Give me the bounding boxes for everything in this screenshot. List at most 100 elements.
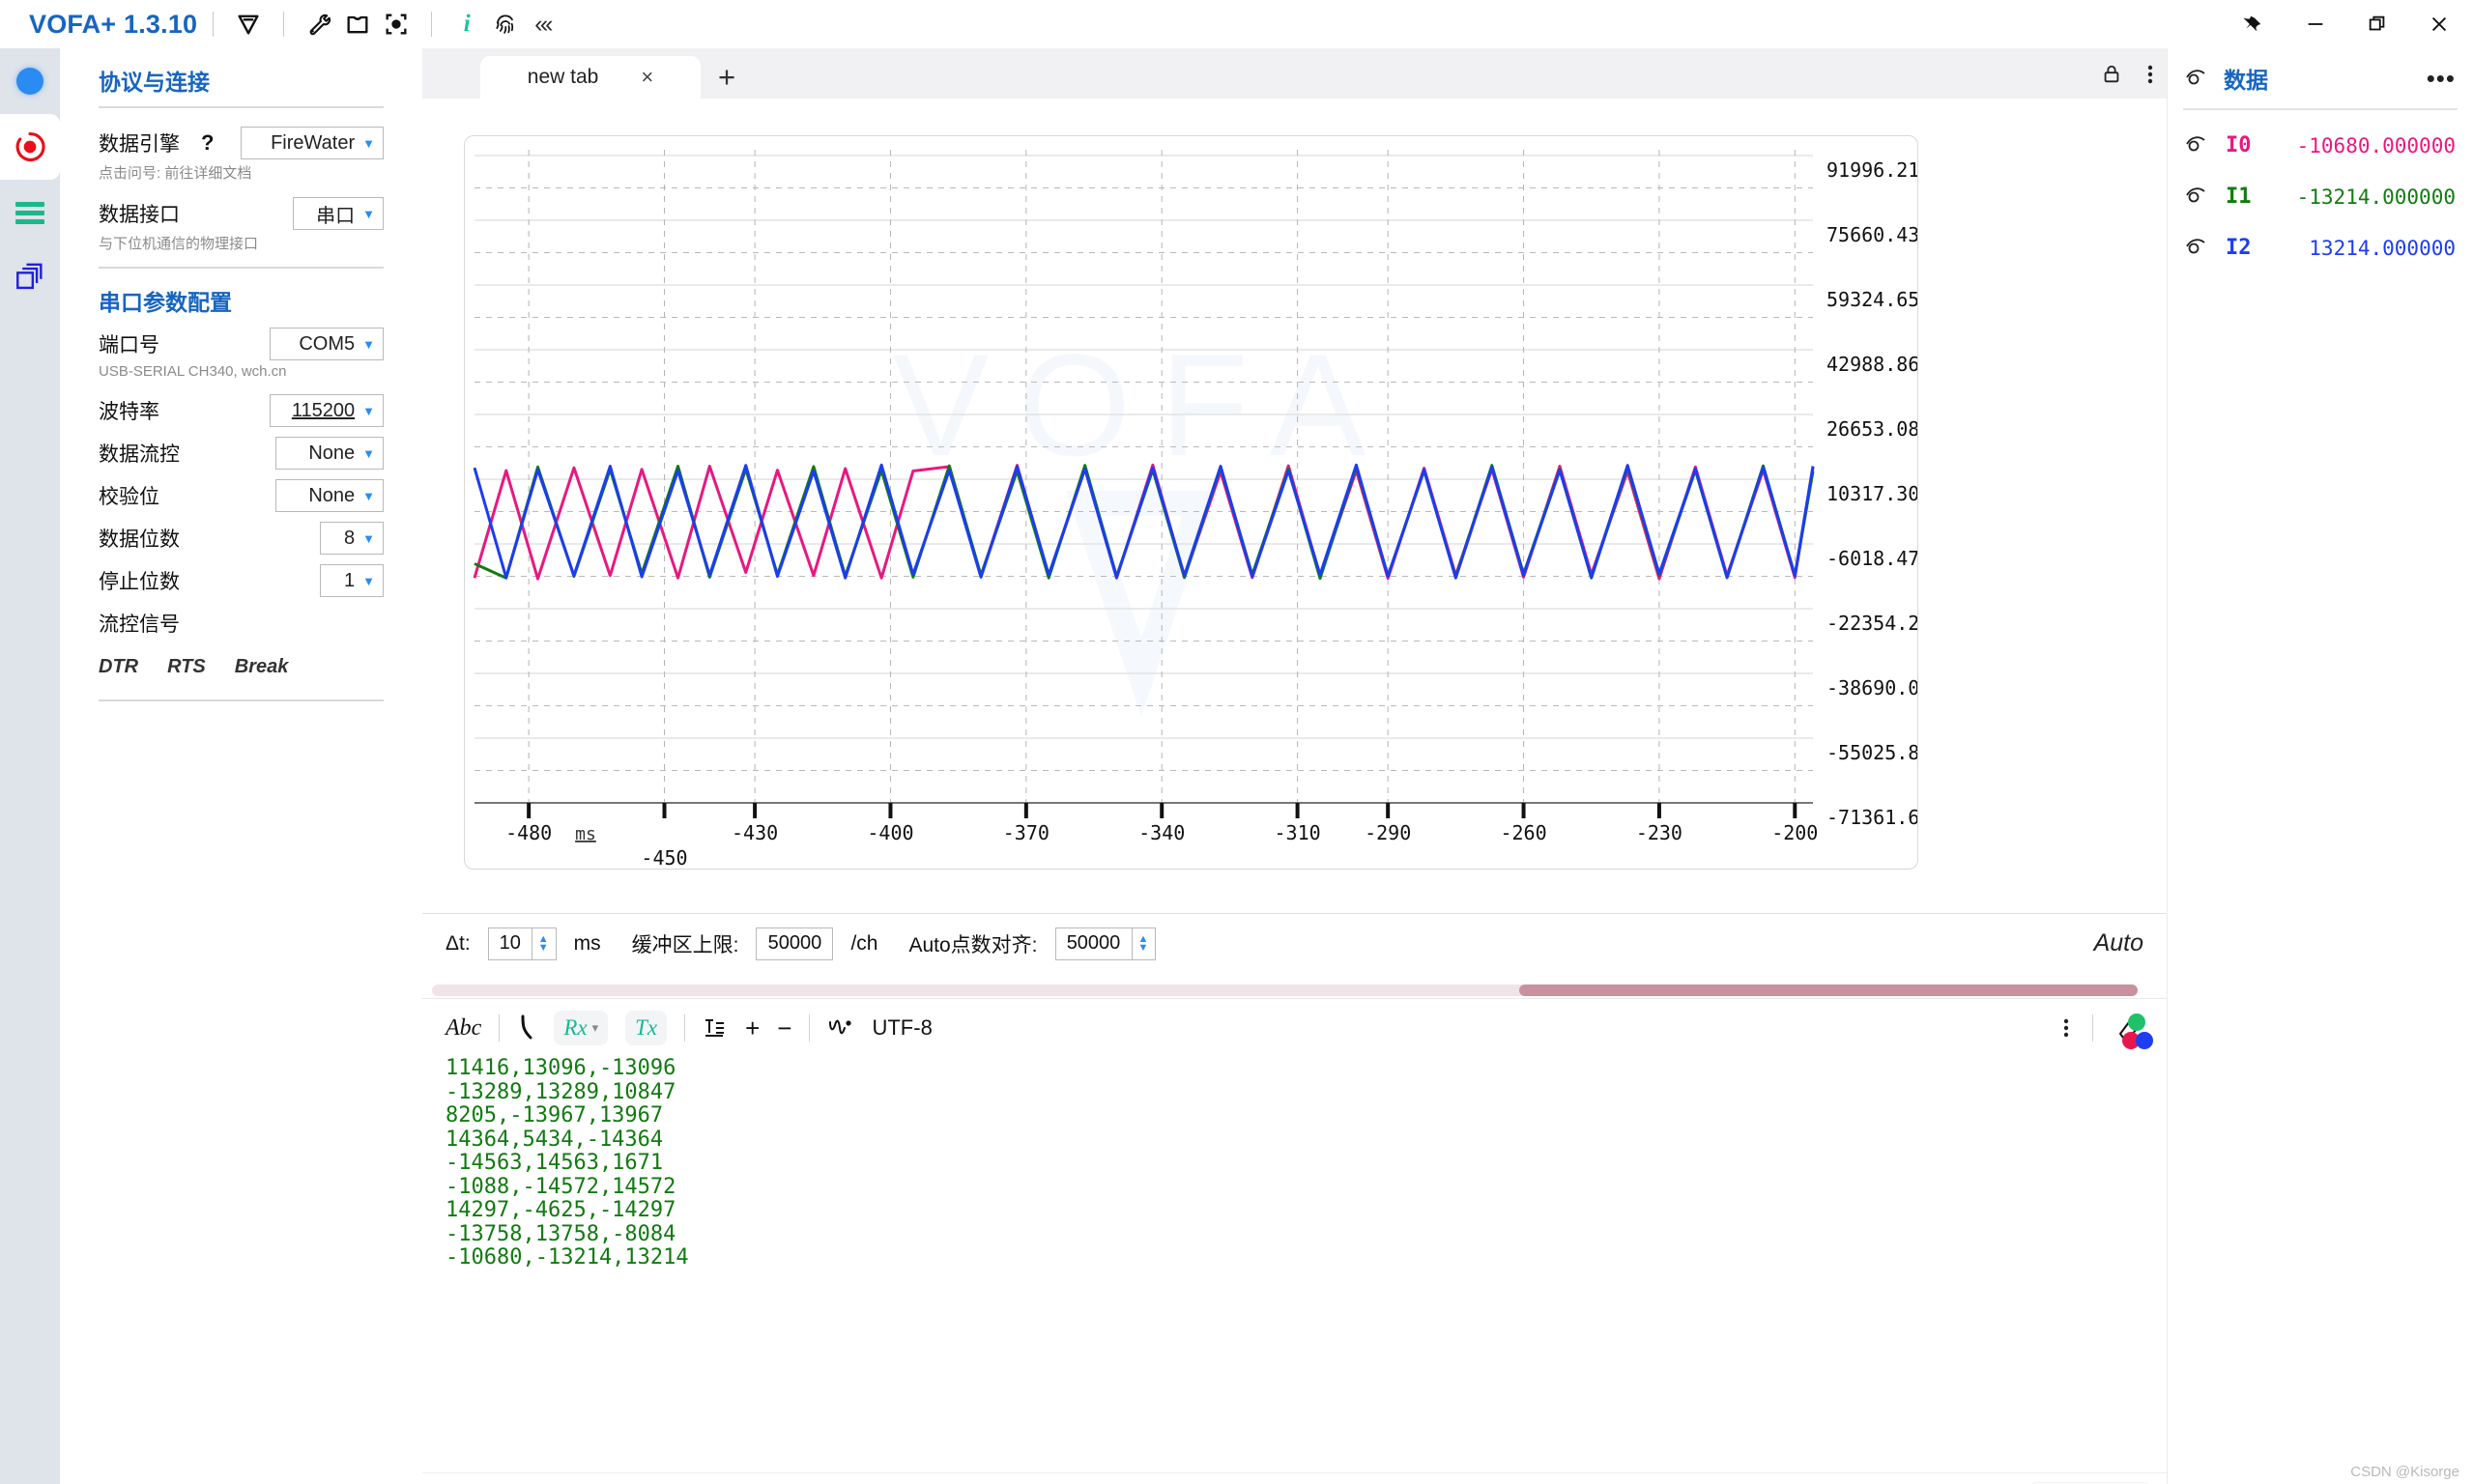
chevron-down-icon: ▼	[362, 575, 375, 587]
lock-icon[interactable]	[2101, 64, 2122, 90]
eye-icon[interactable]	[2185, 184, 2210, 210]
minimize-icon[interactable]	[2299, 8, 2332, 41]
collapse-chevrons-icon[interactable]: «‹	[534, 11, 550, 39]
divider	[499, 1014, 500, 1042]
new-tab-button[interactable]: +	[718, 60, 735, 95]
dt-unit: ms	[574, 932, 601, 956]
record-target-icon	[12, 128, 48, 165]
eye-icon[interactable]	[2185, 132, 2210, 158]
scroll-knob-green[interactable]	[2128, 1013, 2145, 1031]
align-spin-buttons[interactable]: ▲ ▼	[1132, 928, 1157, 960]
rail-item-record[interactable]	[0, 114, 60, 180]
spin-down-icon[interactable]: ▼	[538, 944, 549, 953]
more-vertical-icon[interactable]	[2063, 1016, 2069, 1040]
widget-icon[interactable]	[338, 5, 377, 43]
y-tick-label: 59324.65	[1826, 288, 1917, 311]
pin-icon[interactable]	[2237, 8, 2270, 41]
scroll-knob-blue[interactable]	[2136, 1032, 2153, 1049]
hook-icon[interactable]	[517, 1014, 536, 1042]
data-panel-rows: I0-10680.000000I1-13214.000000I213214.00…	[2168, 120, 2473, 273]
channel-value: 13214.000000	[2309, 237, 2456, 260]
y-tick-label: 10317.305	[1826, 482, 1917, 505]
parity-value: None	[308, 485, 355, 507]
port-hint: USB-SERIAL CH340, wch.cn	[79, 363, 403, 380]
target-icon[interactable]	[377, 5, 416, 43]
data-interface-value: 串口	[316, 200, 355, 228]
stopbits-select[interactable]: 1 ▼	[320, 564, 384, 597]
close-icon[interactable]	[2423, 8, 2456, 41]
terminal-line: 14364,5434,-14364	[446, 1128, 2143, 1153]
buffer-input[interactable]: 50000	[756, 928, 833, 960]
align-input[interactable]: 50000	[1055, 928, 1133, 960]
y-tick-label: 26653.087	[1826, 417, 1917, 441]
font-abc-button[interactable]: Abc	[446, 1015, 481, 1042]
align-stepper[interactable]: 50000 ▲ ▼	[1055, 928, 1157, 960]
tab-new-tab[interactable]: new tab ×	[480, 56, 701, 99]
help-question-icon[interactable]: ?	[201, 130, 214, 156]
zoom-out-minus-icon[interactable]: −	[777, 1013, 791, 1043]
rx-toggle[interactable]: Rx ▾	[554, 1011, 608, 1045]
parity-select[interactable]: None ▼	[275, 479, 384, 512]
titlebar: VOFA+ 1.3.10 i «‹	[0, 0, 2473, 48]
x-tick-label: -400	[867, 821, 913, 844]
data-row[interactable]: I213214.000000	[2168, 222, 2473, 273]
more-vertical-icon[interactable]	[2147, 63, 2153, 91]
flow-select[interactable]: None ▼	[275, 437, 384, 470]
credit-watermark: CSDN @Kisorge	[2350, 1464, 2459, 1480]
channel-name: I0	[2226, 133, 2252, 157]
y-tick-label: -55025.82	[1826, 741, 1917, 764]
dtr-button[interactable]: DTR	[99, 656, 138, 678]
data-interface-select[interactable]: 串口 ▼	[293, 197, 384, 230]
x-tick-label: -200	[1771, 821, 1818, 844]
buffer-label: 缓冲区上限:	[632, 929, 739, 958]
info-icon[interactable]: i	[447, 5, 486, 43]
rail-item-status[interactable]	[0, 48, 60, 114]
tab-close-icon[interactable]: ×	[641, 65, 653, 90]
data-engine-select[interactable]: FireWater ▼	[241, 127, 384, 159]
rts-button[interactable]: RTS	[167, 656, 206, 678]
x-axis-unit: ms	[575, 824, 596, 844]
wrench-icon[interactable]	[300, 5, 338, 43]
rail-item-menu[interactable]	[0, 180, 60, 245]
plot-card[interactable]: VOFA91996.21375660.43159324.6542988.8682…	[464, 135, 1918, 870]
plot-area: VOFA91996.21375660.43159324.6542988.8682…	[422, 99, 2167, 1060]
left-rail	[0, 48, 60, 1484]
chevron-down-icon: ▼	[362, 405, 375, 417]
databits-label: 数据位数	[99, 524, 180, 553]
divider	[2183, 108, 2458, 110]
waveform-chart[interactable]: VOFA91996.21375660.43159324.6542988.8682…	[465, 136, 1917, 869]
spin-down-icon[interactable]: ▼	[1138, 944, 1149, 953]
row-data-interface: 数据接口 串口 ▼	[79, 192, 403, 235]
databits-select[interactable]: 8 ▼	[320, 522, 384, 555]
dt-stepper[interactable]: 10 ▲ ▼	[488, 928, 557, 960]
rail-item-layers[interactable]	[0, 245, 60, 311]
scroll-thumb[interactable]	[1519, 985, 2138, 996]
data-row[interactable]: I0-10680.000000	[2168, 120, 2473, 171]
eye-icon[interactable]	[2185, 235, 2210, 261]
vofa-logo-icon[interactable]	[229, 5, 268, 43]
y-tick-label: 75660.431	[1826, 223, 1917, 246]
tx-toggle[interactable]: Tx	[625, 1011, 667, 1045]
chevron-down-icon: ▼	[362, 447, 375, 460]
port-select[interactable]: COM5 ▼	[270, 328, 384, 360]
more-horizontal-icon[interactable]: •••	[2427, 64, 2456, 94]
flowsig-buttons: DTR RTS Break	[79, 656, 403, 678]
waveform-icon[interactable]	[827, 1016, 854, 1040]
svg-text:VOFA: VOFA	[892, 324, 1395, 486]
encoding-label[interactable]: UTF-8	[872, 1015, 932, 1041]
data-row[interactable]: I1-13214.000000	[2168, 171, 2473, 222]
baud-select[interactable]: 115200 ▼	[270, 394, 384, 427]
eye-icon[interactable]	[2185, 66, 2210, 92]
text-indent-icon[interactable]	[703, 1016, 728, 1040]
x-tick-label: -340	[1138, 821, 1185, 844]
break-button[interactable]: Break	[235, 656, 289, 678]
zoom-in-plus-icon[interactable]: +	[745, 1013, 760, 1043]
dt-spin-buttons[interactable]: ▲ ▼	[532, 928, 557, 960]
fingerprint-icon[interactable]	[486, 5, 525, 43]
dt-input[interactable]: 10	[488, 928, 532, 960]
auto-label[interactable]: Auto	[2094, 929, 2143, 957]
terminal-output[interactable]: 11416,13096,-13096-13289,13289,108478205…	[422, 1057, 2167, 1463]
divider	[213, 12, 214, 37]
maximize-icon[interactable]	[2361, 8, 2394, 41]
terminal-line: -13758,13758,-8084	[446, 1223, 2143, 1247]
